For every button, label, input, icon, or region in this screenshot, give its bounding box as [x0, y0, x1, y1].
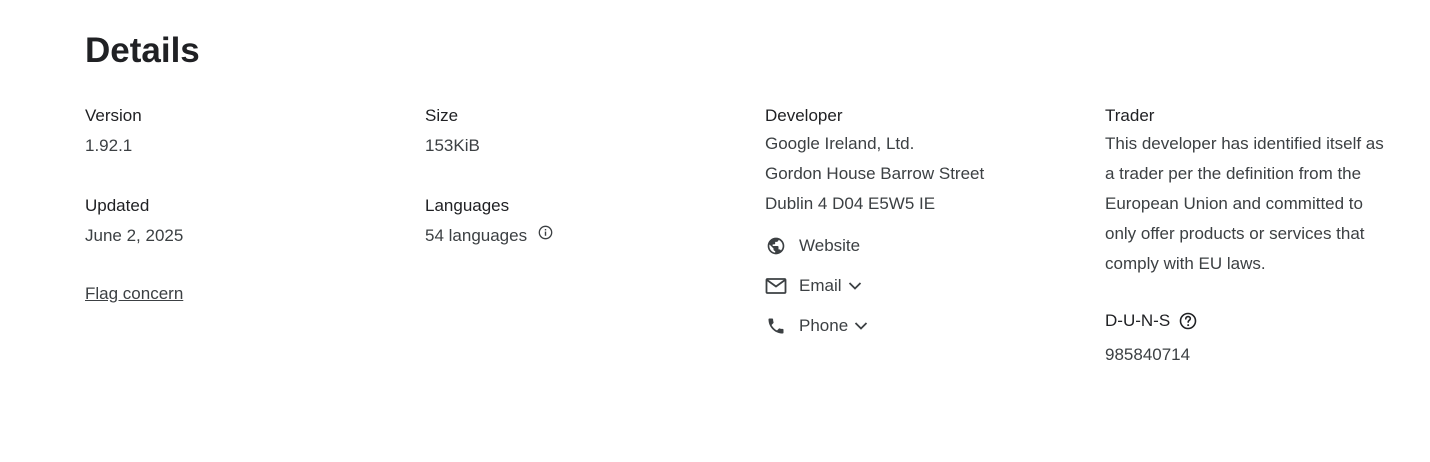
mail-icon: [765, 275, 787, 297]
trader-description: This developer has identified itself as …: [1105, 134, 1384, 273]
developer-block: Developer Google Ireland, Ltd. Gordon Ho…: [765, 104, 1075, 219]
help-circle-icon[interactable]: [1178, 311, 1198, 331]
phone-icon: [765, 315, 787, 337]
languages-value-row: 54 languages: [425, 224, 725, 249]
languages-block: Languages 54 languages: [425, 194, 725, 249]
column-trader: Trader This developer has identified its…: [1105, 104, 1405, 367]
size-label: Size: [425, 106, 459, 125]
duns-block: D-U-N-S 985840714: [1105, 309, 1405, 367]
trader-label: Trader: [1105, 106, 1155, 125]
developer-phone-toggle[interactable]: Phone: [765, 314, 1075, 338]
column-size: Size 153KiB Languages 54 languages: [425, 104, 725, 249]
version-label: Version: [85, 106, 142, 125]
chevron-down-icon: [854, 321, 868, 331]
duns-label: D-U-N-S: [1105, 311, 1171, 330]
website-label: Website: [799, 236, 861, 255]
languages-label: Languages: [425, 196, 510, 215]
version-block: Version 1.92.1: [85, 104, 385, 158]
languages-value: 54 languages: [425, 226, 528, 245]
duns-label-row: D-U-N-S: [1105, 309, 1405, 333]
chevron-down-icon: [848, 281, 862, 291]
developer-name: Google Ireland, Ltd.: [765, 134, 915, 153]
flag-concern-link[interactable]: Flag concern: [85, 282, 183, 306]
size-block: Size 153KiB: [425, 104, 725, 158]
updated-value: June 2, 2025: [85, 226, 184, 245]
developer-address-line-1: Gordon House Barrow Street: [765, 164, 985, 183]
info-icon[interactable]: [538, 223, 553, 247]
phone-label: Phone: [799, 316, 849, 335]
duns-value: 985840714: [1105, 345, 1191, 364]
updated-block: Updated June 2, 2025: [85, 194, 385, 248]
updated-label: Updated: [85, 196, 150, 215]
developer-label: Developer: [765, 106, 843, 125]
size-value: 153KiB: [425, 136, 480, 155]
developer-website-link[interactable]: Website: [765, 234, 1075, 258]
page-title: Details: [85, 31, 200, 70]
column-developer: Developer Google Ireland, Ltd. Gordon Ho…: [765, 104, 1075, 338]
version-value: 1.92.1: [85, 136, 133, 155]
trader-block: Trader This developer has identified its…: [1105, 104, 1405, 279]
developer-email-toggle[interactable]: Email: [765, 274, 1075, 298]
globe-icon: [765, 235, 787, 257]
column-version: Version 1.92.1 Updated June 2, 2025 Flag…: [85, 104, 385, 306]
developer-address-line-2: Dublin 4 D04 E5W5 IE: [765, 194, 936, 213]
email-label: Email: [799, 276, 842, 295]
